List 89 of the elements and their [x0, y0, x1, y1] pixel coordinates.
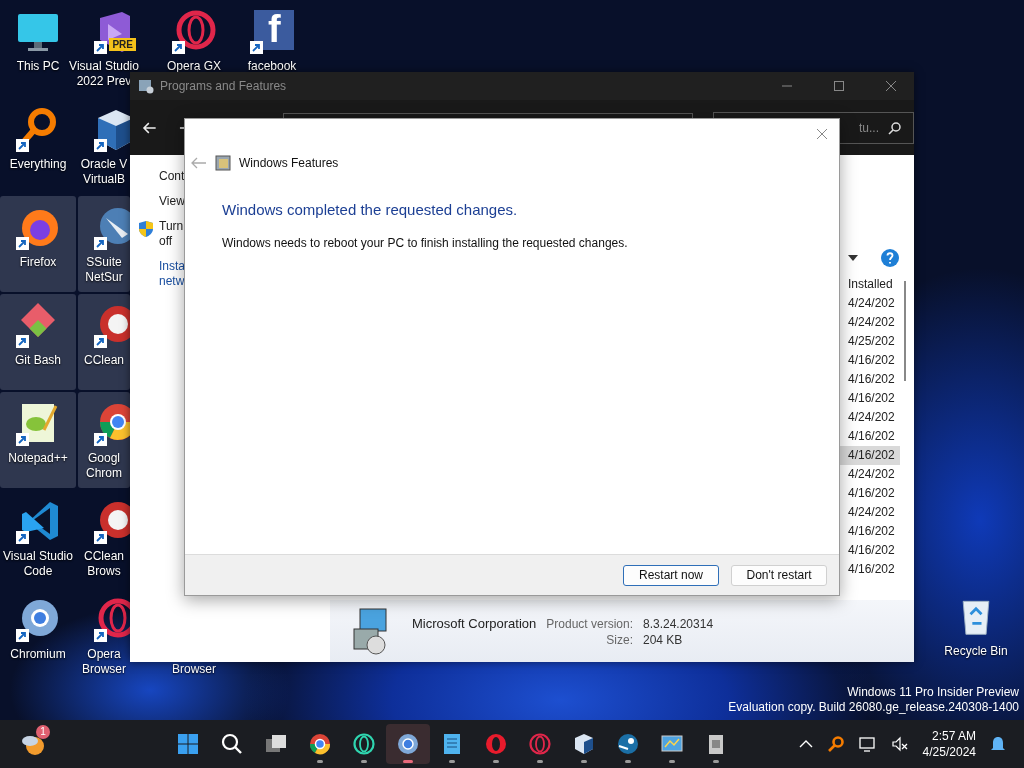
dialog-title: Windows Features — [239, 156, 339, 170]
field-value: 204 KB — [643, 632, 684, 647]
os-build-text: Windows 11 Pro Insider Preview — [847, 685, 1019, 700]
shortcut-label: Brows — [87, 564, 121, 579]
date-cell[interactable]: 4/16/202 — [840, 427, 900, 446]
date-cell[interactable]: 4/24/202 — [840, 465, 900, 484]
shortcut-label: CClean — [84, 549, 124, 564]
network-icon[interactable] — [858, 735, 877, 753]
shortcut-label: Opera GX — [167, 59, 221, 74]
shortcut-label: CClean — [84, 353, 124, 368]
dialog-button[interactable]: Restart now — [623, 564, 719, 586]
shortcut-label: Chrom — [86, 466, 122, 481]
search-icon — [220, 732, 244, 756]
shortcut-label: Opera — [87, 647, 121, 662]
dropdown-caret-icon[interactable] — [848, 255, 858, 261]
ring-logo-icon[interactable] — [170, 8, 218, 56]
shortcut-label: Notepad++ — [8, 451, 68, 466]
clock-time[interactable]: 2:57 AM — [931, 728, 976, 744]
shortcut-label: Chromium — [10, 647, 66, 662]
shortcut-label: Everything — [9, 157, 67, 172]
shortcut-label: Googl — [88, 451, 120, 466]
ring-logo-icon — [484, 732, 508, 756]
close-icon — [816, 128, 828, 140]
shortcut-label: Browser — [172, 662, 216, 677]
date-cell[interactable]: 4/16/202 — [840, 389, 900, 408]
shortcut-label: Oracle V — [80, 157, 128, 172]
shortcut-label: Git Bash — [15, 353, 61, 368]
field-label: Size: — [605, 632, 633, 647]
taskbar-button[interactable] — [386, 724, 430, 764]
shortcut-label: Firefox — [19, 255, 57, 270]
date-cell[interactable]: 4/16/202 — [840, 446, 900, 465]
date-cell[interactable]: 4/16/202 — [840, 522, 900, 541]
date-cell[interactable]: 4/24/202 — [840, 294, 900, 313]
chevron-up-icon[interactable] — [798, 739, 813, 749]
close-icon — [885, 80, 897, 92]
ring-logo-icon — [528, 732, 552, 756]
notification-badge: 1 — [36, 725, 50, 739]
dialog-message: Windows needs to reboot your PC to finish installing the requested changes. — [222, 236, 629, 250]
shortcut-label: Browser — [82, 662, 126, 677]
date-cell[interactable]: 4/24/202 — [840, 408, 900, 427]
maximize-icon — [833, 80, 845, 92]
shortcut-label: Visual Studio — [3, 549, 73, 564]
shortcut-label: Code — [23, 564, 53, 579]
shortcut-label: SSuite — [86, 255, 122, 270]
date-cell[interactable]: 4/16/202 — [840, 560, 900, 579]
date-cell[interactable]: 4/24/202 — [840, 313, 900, 332]
field-label: Product version: — [546, 616, 633, 631]
square-logo-icon[interactable] — [248, 8, 296, 56]
column-header[interactable]: Installed — [840, 275, 900, 294]
window-title: Programs and Features — [160, 79, 287, 93]
ring-logo-icon — [352, 732, 376, 756]
publisher-name: Microsoft Corporation — [412, 615, 537, 631]
shortcut-label: facebook — [247, 59, 297, 74]
shortcut-label: Recycle Bin — [944, 644, 1008, 658]
scrollbar-thumb[interactable] — [904, 281, 906, 381]
program-window-icon — [138, 78, 154, 94]
start-icon — [176, 732, 200, 756]
date-cell[interactable]: 4/16/202 — [840, 484, 900, 503]
shortcut-label: This PC — [16, 59, 60, 74]
clock-date[interactable]: 4/25/2024 — [922, 744, 976, 760]
dialog-heading: Windows completed the requested changes. — [222, 201, 519, 218]
notification-bell-icon[interactable] — [990, 735, 1006, 753]
help-icon[interactable] — [880, 248, 900, 268]
logo-letter: f — [268, 8, 281, 50]
date-cell[interactable]: 4/16/202 — [840, 351, 900, 370]
browser-logo-icon — [308, 732, 332, 756]
speaker-muted-icon[interactable] — [890, 735, 909, 753]
shortcut-label: 2022 Prev — [76, 74, 132, 89]
magnifier-icon[interactable] — [826, 735, 845, 753]
shortcut-label: VirtualB — [83, 172, 125, 187]
preview-badge: PRE — [109, 38, 136, 51]
shortcut-label: Visual Studio — [69, 59, 139, 74]
date-cell[interactable]: 4/16/202 — [840, 370, 900, 389]
desktop-shortcut-highlight[interactable]: Git Bash — [0, 294, 76, 390]
cube-icon — [572, 732, 596, 756]
desktop-shortcut-highlight[interactable]: Notepad++ — [0, 392, 76, 488]
date-cell[interactable]: 4/24/202 — [840, 503, 900, 522]
window-feature-icon — [215, 155, 231, 171]
browser-logo-icon — [396, 732, 420, 756]
dialog-button[interactable]: Don't restart — [731, 564, 827, 586]
ring-logo-icon[interactable] — [92, 596, 130, 644]
shortcut-label: NetSur — [85, 270, 123, 285]
desktop-shortcut-highlight[interactable]: Firefox — [0, 196, 76, 292]
steam-logo-icon — [616, 732, 640, 756]
search-icon — [888, 120, 902, 135]
date-cell[interactable]: 4/25/202 — [840, 332, 900, 351]
os-build-text: Evaluation copy. Build 26080.ge_release.240308-1400 — [728, 700, 1019, 715]
date-cell[interactable]: 4/16/202 — [840, 541, 900, 560]
field-value: 8.3.24.20314 — [643, 616, 714, 631]
